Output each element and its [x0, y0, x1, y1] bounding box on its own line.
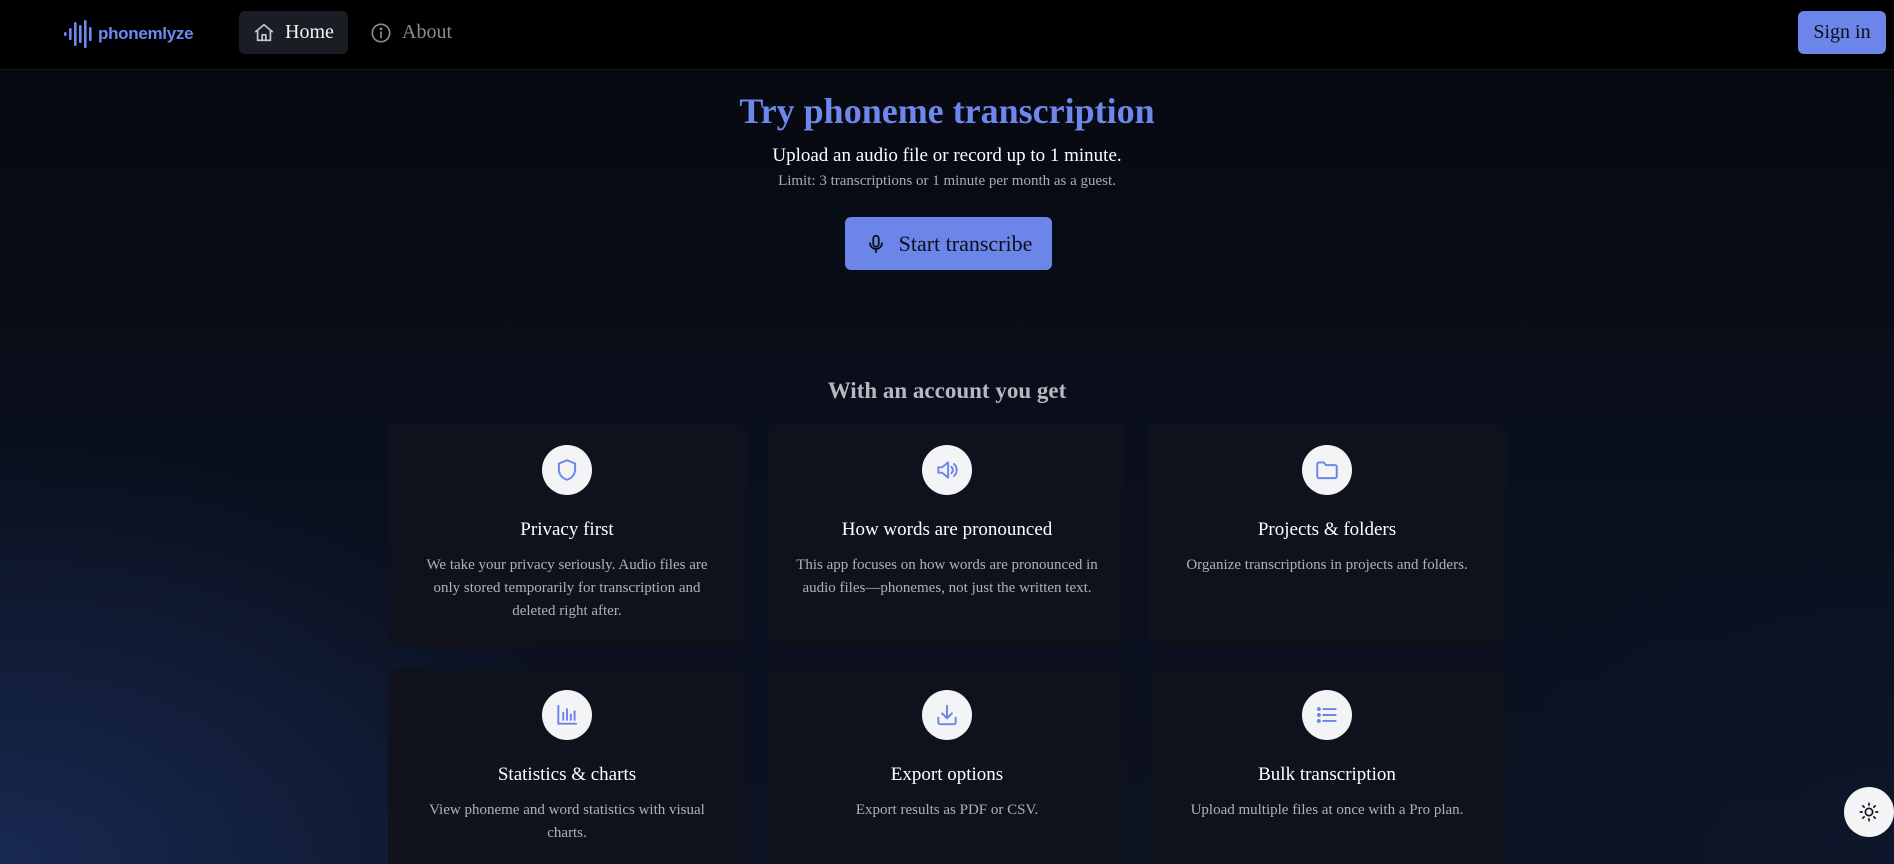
nav-home-button[interactable]: Home — [239, 11, 348, 54]
feature-title: Export options — [890, 764, 1004, 785]
feature-card-projects: Projects & folders Organize transcriptio… — [1148, 423, 1506, 647]
feature-icon-badge — [922, 690, 972, 740]
feature-title: Projects & folders — [1257, 519, 1397, 540]
folder-icon — [1316, 461, 1338, 480]
feature-card-statistics: Statistics & charts View phoneme and wor… — [388, 668, 746, 864]
feature-card-export: Export options Export results as PDF or … — [768, 668, 1126, 864]
theme-toggle-button[interactable] — [1844, 787, 1894, 837]
feature-title: Statistics & charts — [497, 764, 637, 785]
hero-title: Try phoneme transcription — [739, 91, 1155, 131]
feature-icon-badge — [1302, 690, 1352, 740]
feature-title: Bulk transcription — [1258, 764, 1396, 785]
feature-icon-badge — [542, 690, 592, 740]
nav-home-label: Home — [285, 21, 334, 43]
guest-limit-text: Limit: 3 transcriptions or 1 minute per … — [778, 173, 1116, 189]
feature-card-bulk: Bulk transcription Upload multiple files… — [1148, 668, 1506, 864]
feature-card-pronunciation: How words are pronounced This app focuse… — [768, 423, 1126, 647]
feature-title: Privacy first — [520, 519, 614, 540]
top-navbar: phonemlyze Home About Sign in — [0, 0, 1894, 70]
feature-title: How words are pronounced — [841, 519, 1053, 540]
sun-icon — [1859, 802, 1879, 822]
feature-icon-badge — [1302, 445, 1352, 495]
list-icon — [1316, 707, 1337, 723]
bar-chart-icon — [557, 704, 578, 725]
hero-subtitle: Upload an audio file or record up to 1 m… — [772, 145, 1122, 166]
microphone-icon — [868, 234, 883, 253]
start-transcribe-button[interactable]: Start transcribe — [845, 217, 1052, 270]
nav-about-label: About — [402, 21, 452, 43]
start-transcribe-label: Start transcribe — [898, 230, 1033, 256]
download-icon — [937, 704, 957, 726]
brand-logo[interactable]: phonemlyze — [64, 19, 194, 49]
feature-card-privacy: Privacy first We take your privacy serio… — [388, 423, 746, 647]
feature-description: View phoneme and word statistics with vi… — [429, 802, 705, 841]
sign-in-button[interactable]: Sign in — [1798, 11, 1886, 54]
feature-description: Upload multiple files at once with a Pro… — [1190, 802, 1464, 818]
feature-icon-badge — [542, 445, 592, 495]
shield-icon — [557, 459, 577, 481]
page: phonemlyze Home About Sign in Try phonem… — [0, 0, 1894, 864]
nav-about-button[interactable]: About — [370, 11, 452, 54]
speaker-icon — [937, 461, 958, 479]
feature-icon-badge — [922, 445, 972, 495]
feature-description: This app focuses on how words are pronou… — [796, 557, 1098, 596]
feature-description: We take your privacy seriously. Audio fi… — [426, 557, 708, 619]
feature-description: Export results as PDF or CSV. — [855, 802, 1039, 818]
brand-name: phonemlyze — [98, 24, 194, 43]
info-icon — [371, 22, 391, 43]
features-heading: With an account you get — [827, 378, 1067, 403]
feature-description: Organize transcriptions in projects and … — [1186, 557, 1468, 573]
waveform-logo-icon — [64, 20, 92, 48]
home-icon — [254, 23, 274, 41]
